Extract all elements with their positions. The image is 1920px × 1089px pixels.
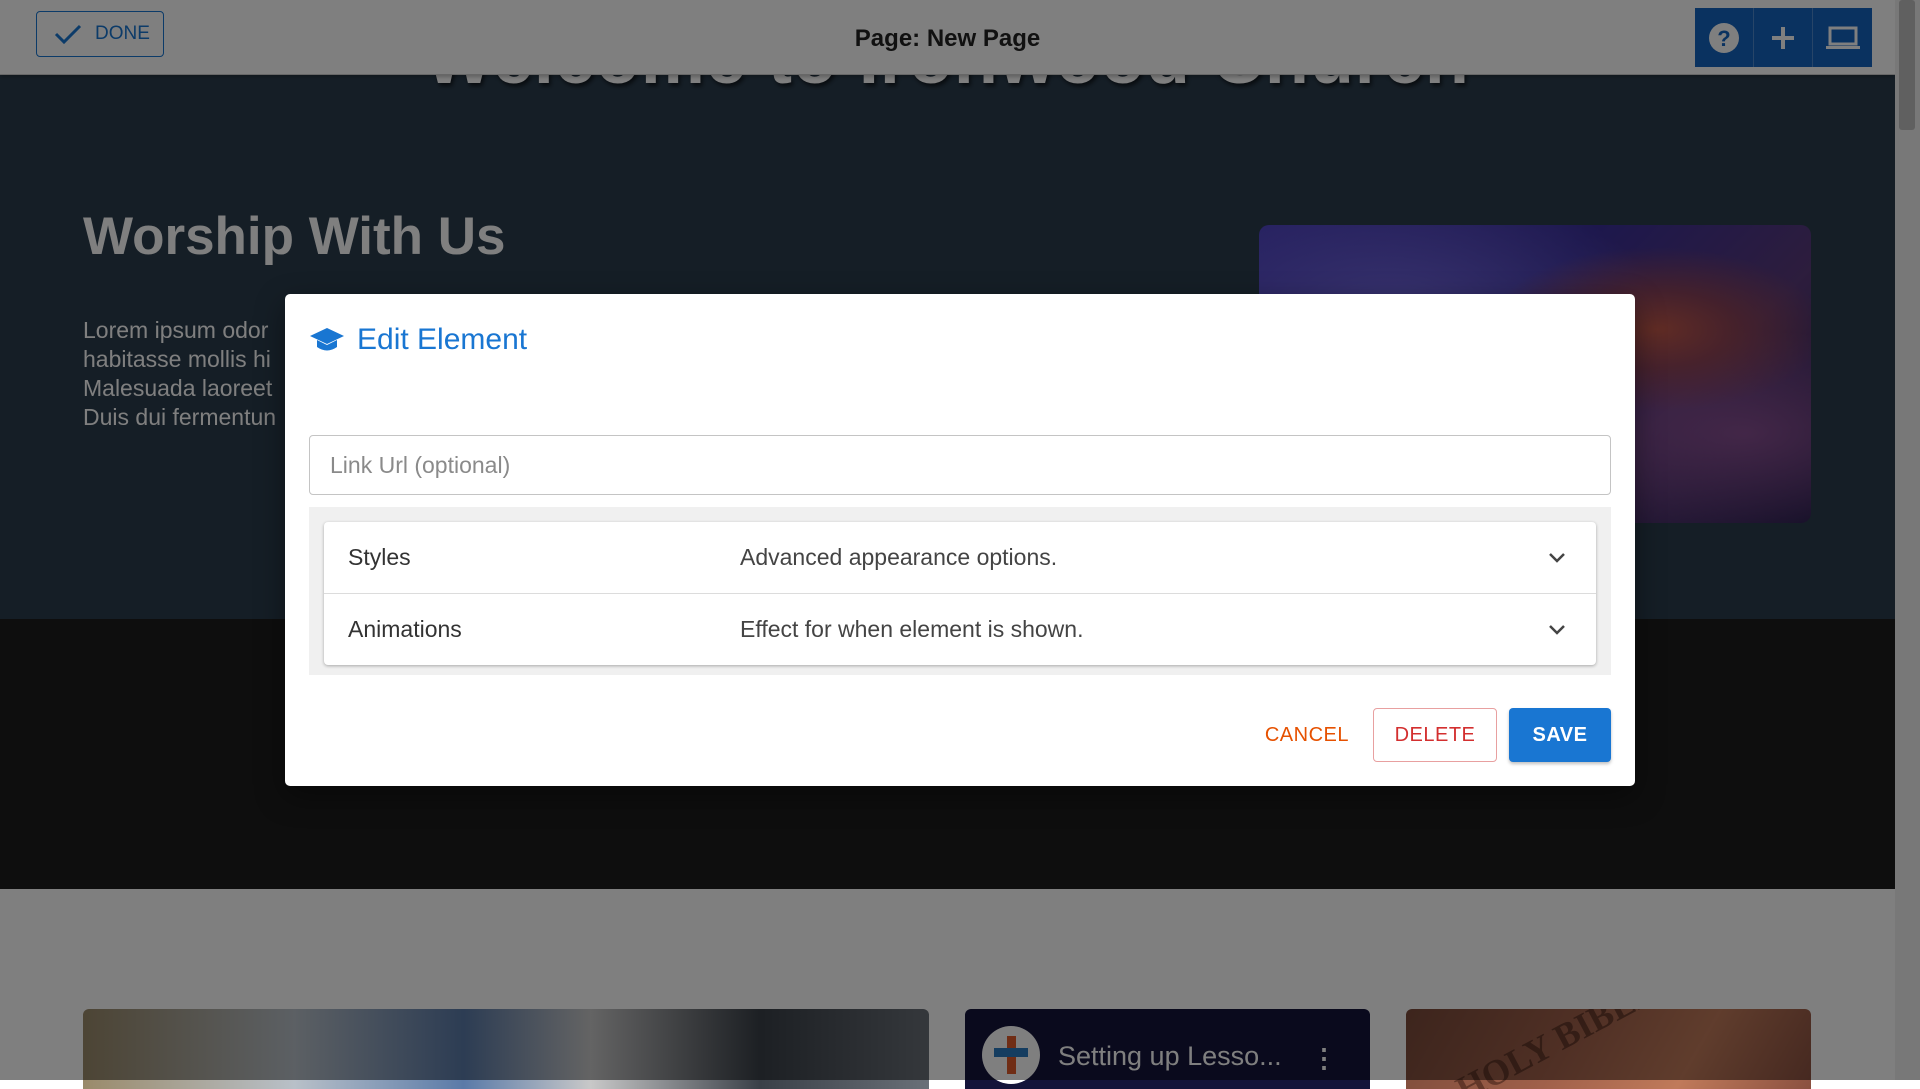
accordion-description: Effect for when element is shown. — [740, 616, 1084, 642]
edit-element-dialog: Edit Element Styles Advanced appearance … — [285, 294, 1635, 786]
cancel-button[interactable]: CANCEL — [1249, 708, 1365, 762]
delete-button[interactable]: DELETE — [1373, 708, 1497, 762]
accordion-container: Styles Advanced appearance options. Anim… — [309, 507, 1611, 675]
accordion: Styles Advanced appearance options. Anim… — [324, 522, 1596, 665]
accordion-label: Styles — [348, 544, 411, 570]
accordion-styles[interactable]: Styles Advanced appearance options. — [324, 522, 1596, 593]
accordion-label: Animations — [348, 616, 462, 642]
dialog-header: Edit Element — [309, 323, 527, 357]
chevron-down-icon — [1549, 625, 1565, 635]
dialog-actions: CANCEL DELETE SAVE — [1249, 708, 1611, 762]
chevron-down-icon — [1549, 553, 1565, 563]
save-button[interactable]: SAVE — [1509, 708, 1611, 762]
graduation-cap-icon — [310, 328, 344, 351]
dialog-title: Edit Element — [357, 323, 528, 356]
accordion-animations[interactable]: Animations Effect for when element is sh… — [324, 593, 1596, 665]
accordion-description: Advanced appearance options. — [740, 544, 1058, 570]
link-url-input[interactable] — [309, 435, 1611, 495]
